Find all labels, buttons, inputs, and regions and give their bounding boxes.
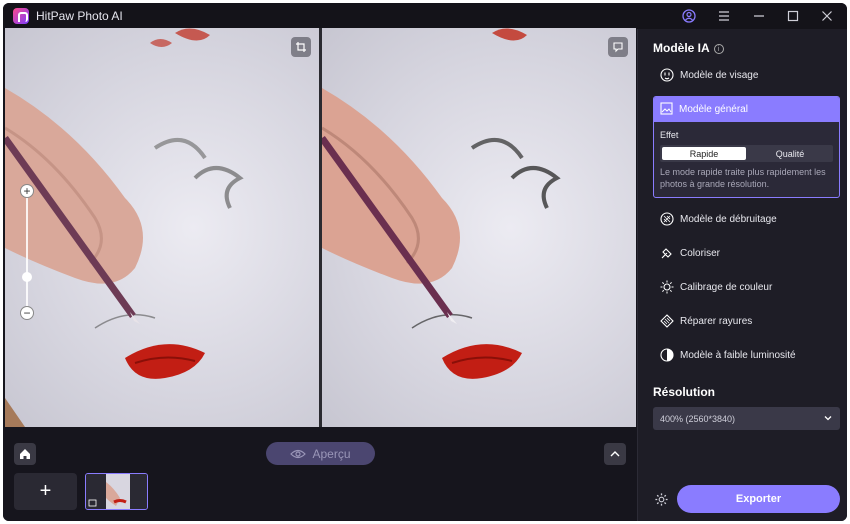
model-item-calibrage[interactable]: Calibrage de couleur	[653, 274, 840, 300]
effect-label: Effet	[660, 130, 679, 140]
model-label: Calibrage de couleur	[680, 281, 773, 293]
model-item-coloriser[interactable]: Coloriser	[653, 240, 840, 266]
gear-icon[interactable]	[653, 491, 669, 507]
resolution-value: 400% (2560*3840)	[660, 413, 736, 424]
scratch-icon	[659, 314, 674, 329]
model-item-faible-luminosite[interactable]: Modèle à faible luminosité	[653, 342, 840, 368]
chevron-down-icon	[824, 416, 832, 421]
model-item-general[interactable]: Modèle général Effet Rapide Qualité Le m…	[653, 96, 840, 198]
zoom-slider-handle[interactable]	[22, 272, 32, 282]
resolution-title: Résolution	[653, 385, 715, 399]
effect-toggle[interactable]: Rapide Qualité	[660, 145, 833, 162]
model-item-rayures[interactable]: Réparer rayures	[653, 308, 840, 334]
feedback-icon[interactable]	[608, 37, 628, 57]
model-label: Réparer rayures	[680, 315, 753, 327]
zoom-track[interactable]	[26, 191, 28, 313]
denoise-icon	[659, 212, 674, 227]
effect-option-rapide[interactable]: Rapide	[662, 147, 746, 160]
enhanced-photo	[322, 28, 561, 379]
close-icon[interactable]	[818, 7, 836, 25]
settings-panel: Modèle IA i Modèle de visage Modèle génér…	[637, 29, 847, 521]
effect-option-qualite[interactable]: Qualité	[748, 147, 832, 160]
model-label: Coloriser	[680, 247, 721, 259]
app-logo-icon	[13, 8, 29, 24]
zoom-in-icon[interactable]: +	[20, 184, 34, 198]
app-title: HitPaw Photo AI	[36, 9, 123, 23]
model-label: Modèle à faible luminosité	[680, 349, 796, 361]
models-title: Modèle IA i	[653, 41, 724, 55]
image-canvas[interactable]: + −	[5, 28, 636, 427]
apercu-button[interactable]: Aperçu	[266, 442, 375, 465]
face-icon	[659, 68, 674, 83]
info-icon[interactable]: i	[713, 44, 724, 54]
model-label: Modèle général	[679, 104, 748, 115]
image-thumbnail[interactable]	[85, 473, 148, 510]
add-image-button[interactable]: +	[14, 473, 77, 510]
effect-description: Le mode rapide traite plus rapidement le…	[660, 167, 826, 189]
chevron-up-icon[interactable]	[604, 443, 626, 465]
original-image-pane[interactable]: + −	[5, 28, 319, 427]
eye-icon	[290, 449, 307, 458]
apercu-label: Aperçu	[312, 446, 351, 461]
title-bar: HitPaw Photo AI	[3, 3, 847, 29]
model-item-debruitage[interactable]: Modèle de débruitage	[653, 206, 840, 232]
model-label: Modèle de visage	[680, 69, 759, 81]
zoom-out-icon[interactable]: −	[20, 306, 34, 320]
enhanced-image-pane[interactable]	[322, 28, 636, 427]
app-window: HitPaw Photo AI + − Aperçu + Modèle IA i…	[3, 3, 847, 521]
model-label: Modèle de débruitage	[680, 213, 777, 225]
original-photo	[5, 28, 244, 427]
minimize-icon[interactable]	[750, 7, 768, 25]
resolution-select[interactable]: 400% (2560*3840)	[653, 407, 840, 430]
image-icon	[660, 101, 673, 118]
model-item-visage[interactable]: Modèle de visage	[653, 62, 840, 88]
account-icon[interactable]	[680, 7, 698, 25]
home-icon[interactable]	[14, 443, 36, 465]
sun-icon	[659, 280, 674, 295]
colorize-icon	[659, 246, 674, 261]
bottom-toolbar: Aperçu +	[3, 429, 637, 521]
maximize-icon[interactable]	[784, 7, 802, 25]
export-button[interactable]: Exporter	[677, 485, 840, 513]
menu-icon[interactable]	[715, 7, 733, 25]
half-circle-icon	[659, 348, 674, 363]
crop-icon[interactable]	[291, 37, 311, 57]
